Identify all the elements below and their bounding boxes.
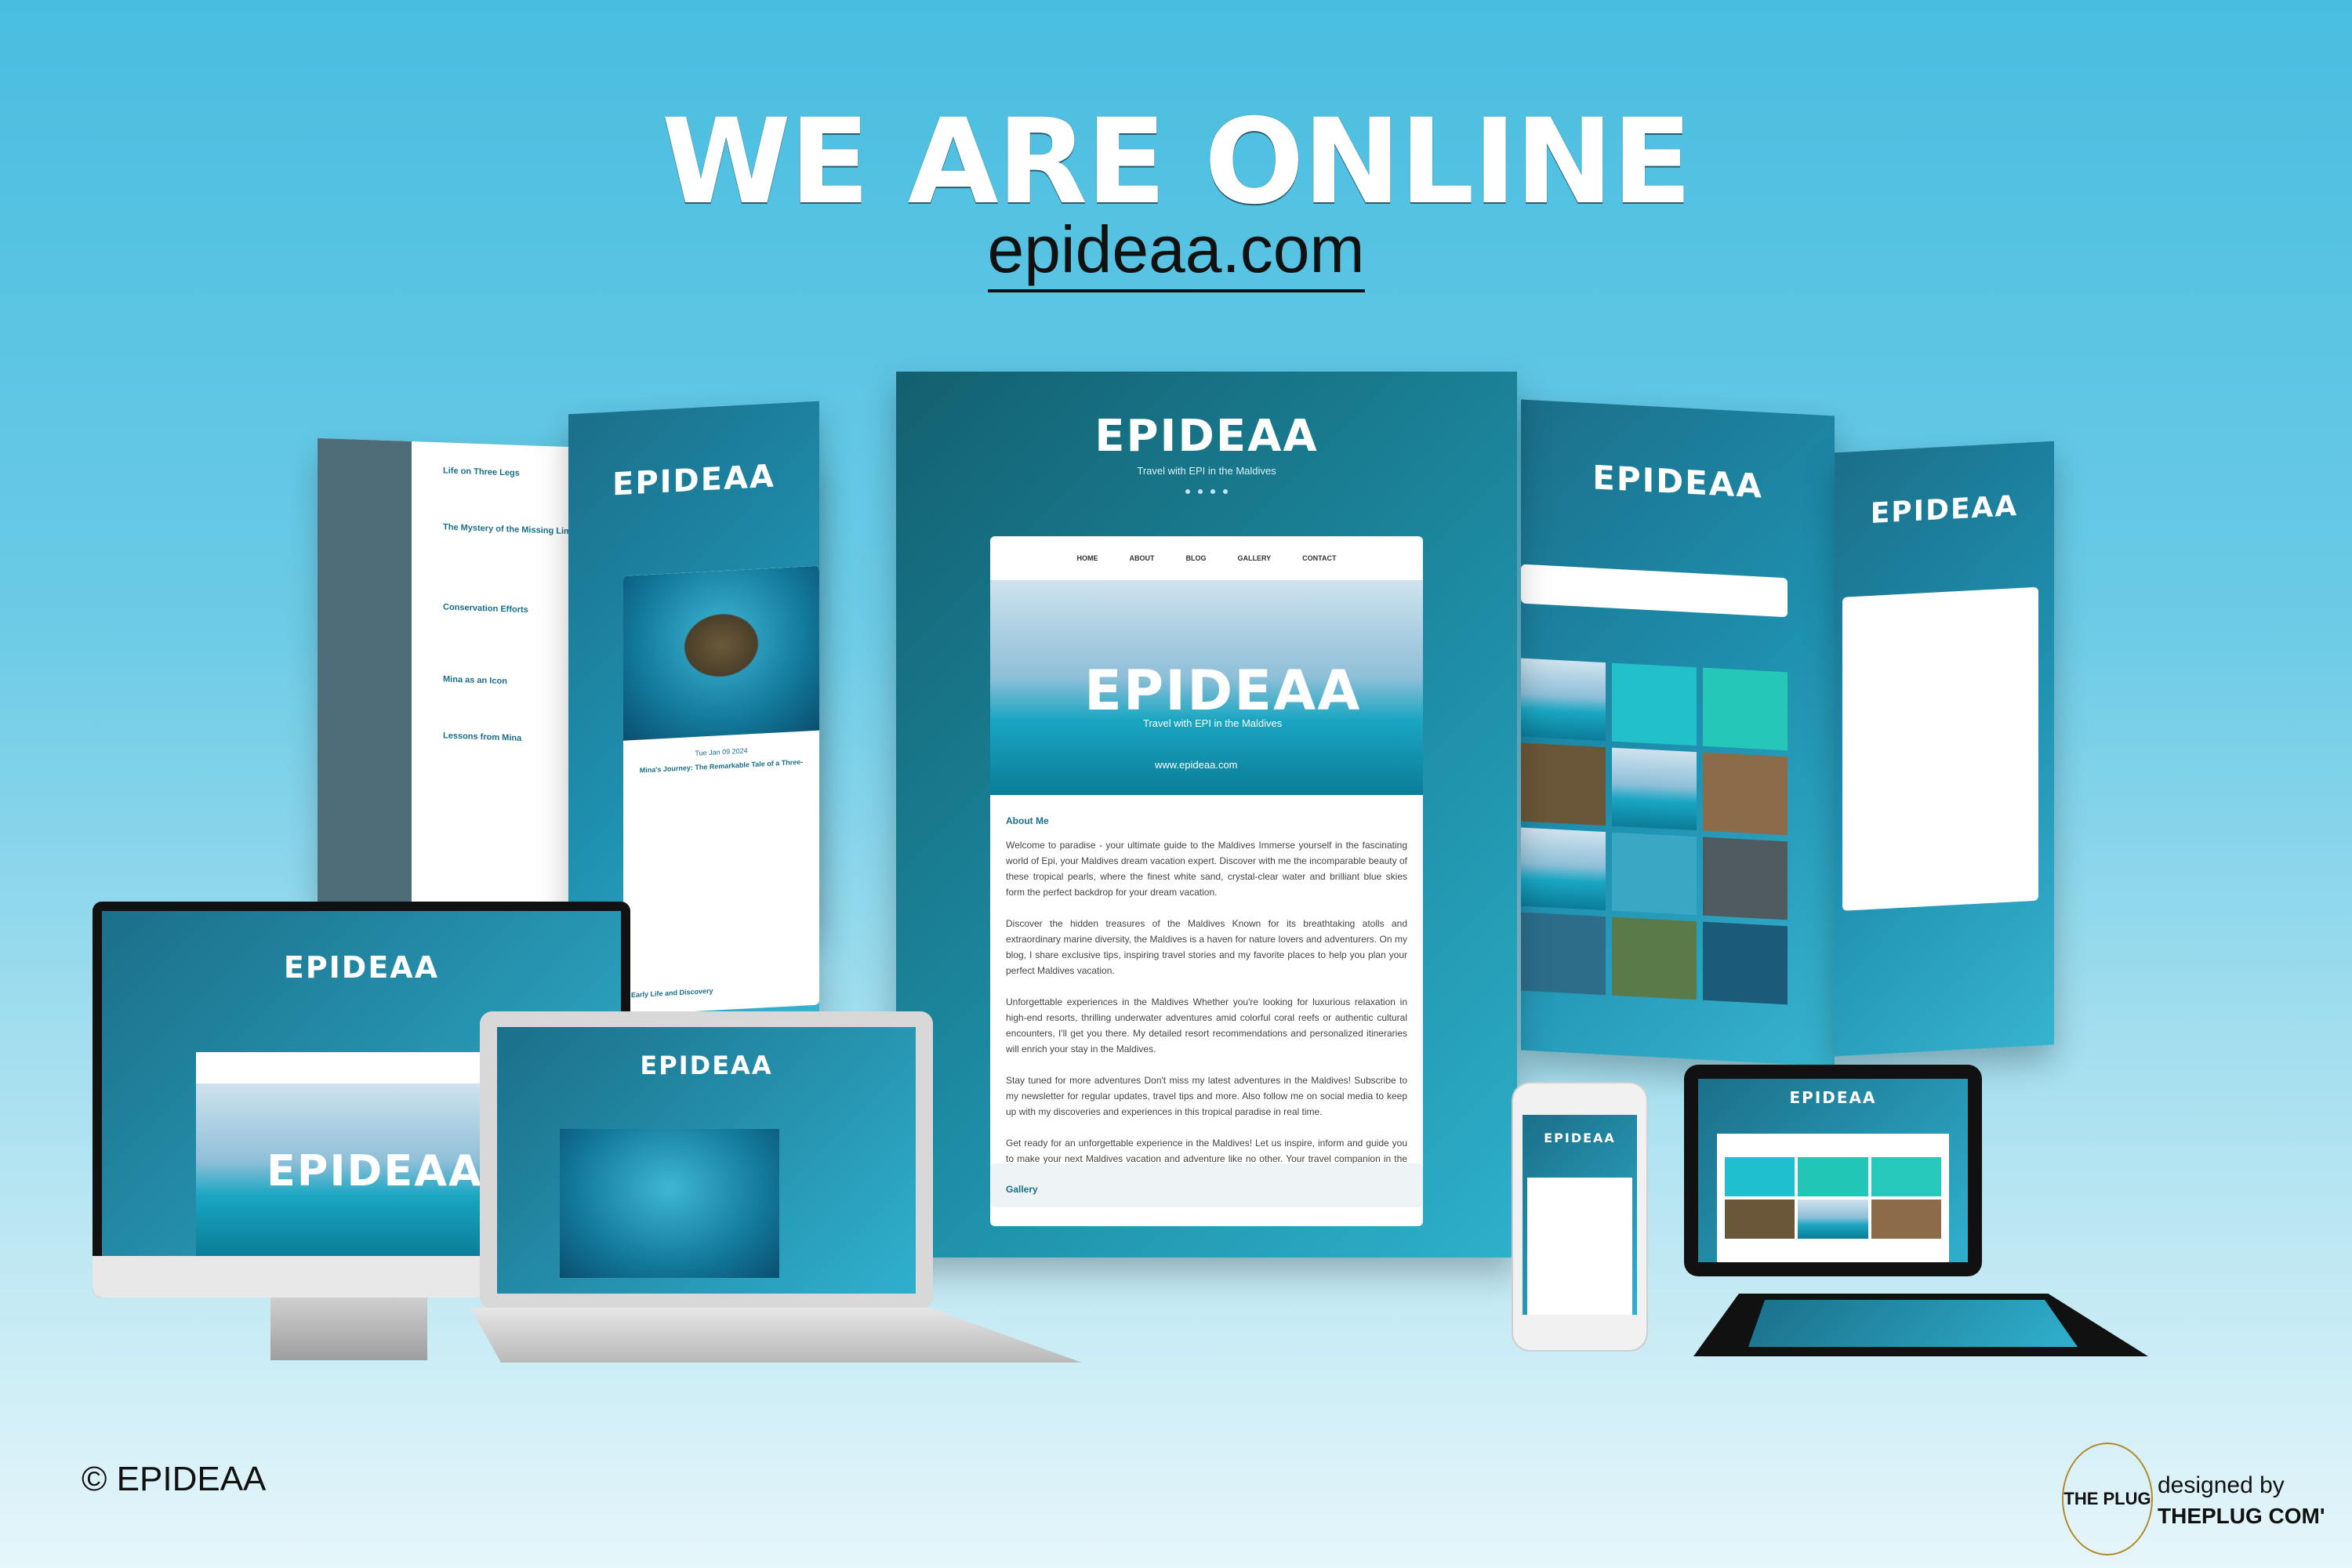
desktop-stand (270, 1298, 427, 1360)
main-nav: HOME ABOUT BLOG GALLERY CONTACT (990, 536, 1423, 580)
tablet-logo: EPIDEAA (1789, 1088, 1877, 1107)
hero-tagline: Travel with EPI in the Maldives (1143, 717, 1283, 729)
turtle-photo (623, 565, 819, 741)
blog-post-title[interactable]: Mina's Journey: The Remarkable Tale of a… (631, 757, 811, 775)
hero-url: www.epideaa.com (1155, 759, 1238, 771)
contact-page: EPIDEAA (1835, 441, 2054, 1057)
tablet: EPIDEAA (1684, 1065, 1982, 1276)
gallery-heading: Gallery (1006, 1184, 1038, 1195)
youtube-icon[interactable] (1210, 489, 1215, 494)
site-url[interactable]: epideaa.com (0, 212, 2352, 292)
credit-line2: THEPLUG COM' (2158, 1504, 2325, 1528)
home-tagline: Travel with EPI in the Maldives (1137, 465, 1276, 477)
copyright: © EPIDEAA (82, 1460, 267, 1498)
hero-image: EPIDEAA Travel with EPI in the Maldives … (990, 580, 1423, 795)
about-paragraph: Welcome to paradise - your ultimate guid… (1006, 840, 1407, 898)
phone-logo: EPIDEAA (1544, 1131, 1616, 1145)
nav-blog[interactable]: BLOG (1186, 554, 1207, 562)
contact-logo: EPIDEAA (1870, 490, 2019, 530)
gallery-grid (1521, 658, 1788, 1005)
nav-gallery[interactable]: GALLERY (1238, 554, 1272, 562)
blog-logo: EPIDEAA (612, 458, 775, 503)
credit-line1: designed by (2158, 1472, 2285, 1498)
phone-icon[interactable] (1223, 489, 1228, 494)
headline: WE ARE ONLINE (661, 94, 1693, 230)
about-paragraph: Unforgettable experiences in the Maldive… (1006, 996, 1407, 1054)
desktop-logo: EPIDEAA (283, 950, 440, 985)
theplug-badge: THE PLUG (2062, 1443, 2153, 1555)
smartphone: EPIDEAA (1512, 1082, 1648, 1352)
laptop: EPIDEAA (480, 1011, 933, 1309)
desktop-hero-logo: EPIDEAA (267, 1146, 483, 1196)
home-page: EPIDEAA Travel with EPI in the Maldives … (896, 372, 1517, 1258)
laptop-logo: EPIDEAA (640, 1051, 773, 1080)
facebook-icon[interactable] (1185, 489, 1190, 494)
badge-text: THE PLUG (2063, 1489, 2151, 1508)
about-heading: About Me (1006, 815, 1049, 826)
hero-logo: EPIDEAA (1084, 659, 1362, 723)
about-paragraph: Stay tuned for more adventures Don't mis… (1006, 1075, 1407, 1117)
nav-home[interactable]: HOME (1077, 554, 1098, 562)
home-logo: EPIDEAA (1094, 411, 1319, 462)
blog-section: Early Life and Discovery (631, 986, 713, 1000)
nav-about[interactable]: ABOUT (1130, 554, 1155, 562)
nav-contact[interactable]: CONTACT (1302, 554, 1336, 562)
about-paragraph: Discover the hidden treasures of the Mal… (1006, 918, 1407, 976)
laptop-base (470, 1308, 1082, 1363)
gallery-logo: EPIDEAA (1592, 458, 1763, 506)
gallery-page: EPIDEAA (1521, 399, 1835, 1067)
site-url-text[interactable]: epideaa.com (987, 212, 1365, 292)
instagram-icon[interactable] (1198, 489, 1203, 494)
social-icons[interactable] (896, 489, 1517, 494)
tablet-flat (1693, 1294, 2148, 1356)
